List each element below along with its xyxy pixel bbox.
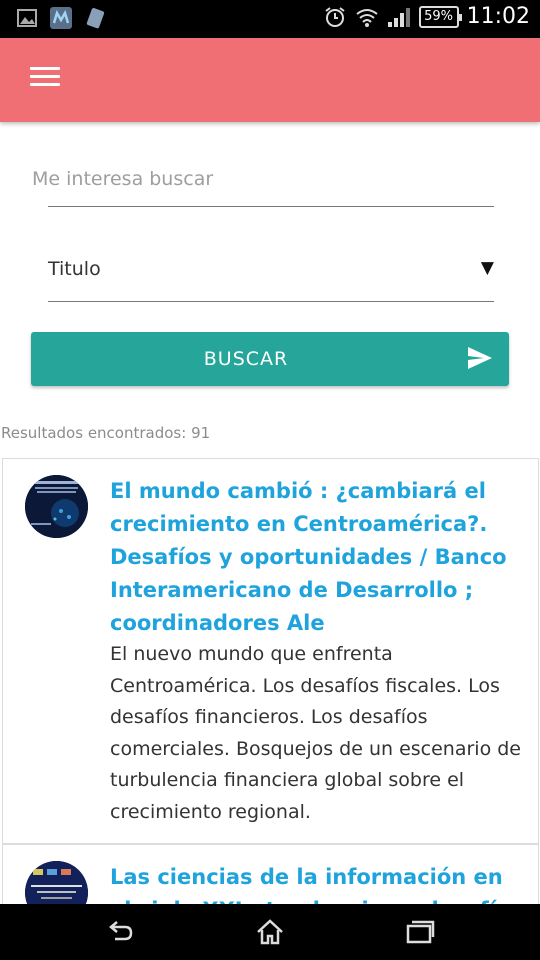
app-bar (0, 38, 540, 122)
search-button-label: BUSCAR (203, 348, 289, 370)
signal-icon (387, 7, 410, 27)
notification-icons (16, 7, 106, 29)
movistar-icon (50, 7, 72, 29)
dropdown-arrow-icon: ▼ (480, 258, 494, 278)
gallery-icon (17, 9, 37, 27)
home-icon[interactable] (255, 917, 285, 947)
search-field-select[interactable]: Titulo ▼ (48, 250, 494, 302)
results-count: Resultados encontrados: 91 (1, 424, 211, 442)
system-status: 59% 11:02 (323, 4, 530, 29)
back-icon[interactable] (105, 917, 135, 947)
sim-card-icon (86, 8, 105, 29)
result-description: El nuevo mundo que enfrenta Centroaméric… (110, 643, 521, 823)
recent-apps-icon[interactable] (405, 917, 435, 947)
alarm-icon (324, 6, 345, 27)
book-cover-thumbnail (25, 475, 88, 538)
search-button[interactable]: BUSCAR (31, 332, 509, 386)
search-field-select-value: Titulo (48, 258, 101, 280)
result-title-link[interactable]: El mundo cambió : ¿cambiará el crecimien… (110, 475, 530, 640)
search-underline-gap (32, 205, 48, 208)
send-icon (468, 347, 492, 369)
wifi-icon (355, 8, 378, 27)
hamburger-menu-icon[interactable] (30, 67, 60, 93)
clock: 11:02 (466, 4, 530, 29)
status-bar: 59% 11:02 (0, 0, 540, 38)
navigation-bar (0, 904, 540, 960)
result-card[interactable]: El mundo cambió : ¿cambiará el crecimien… (2, 458, 539, 844)
battery-indicator: 59% (418, 5, 462, 28)
search-input[interactable] (32, 152, 494, 207)
